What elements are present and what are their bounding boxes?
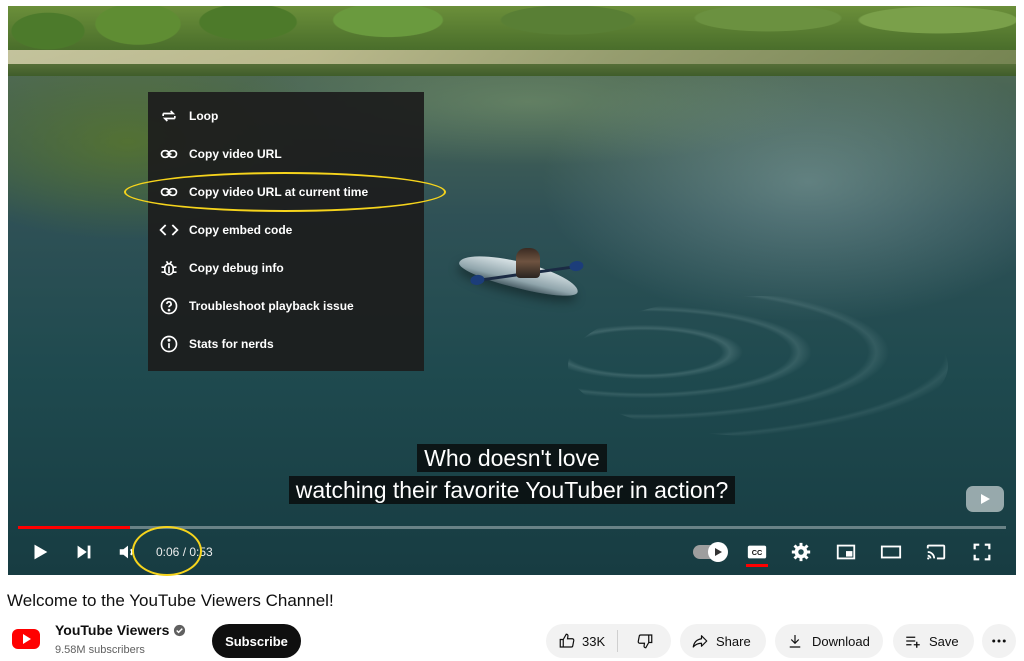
download-button[interactable]: Download bbox=[775, 624, 883, 658]
player-context-menu: Loop Copy video URL Copy video URL at cu… bbox=[148, 92, 424, 371]
menu-item-loop[interactable]: Loop bbox=[148, 97, 424, 135]
closed-captions-icon: CC bbox=[747, 545, 767, 559]
miniplayer-icon bbox=[836, 544, 856, 560]
mute-button[interactable] bbox=[112, 536, 144, 568]
menu-item-label: Copy video URL at current time bbox=[189, 185, 369, 199]
play-icon bbox=[715, 548, 722, 556]
link-icon bbox=[159, 144, 179, 164]
info-circle-icon bbox=[159, 334, 179, 354]
menu-item-troubleshoot-playback[interactable]: Troubleshoot playback issue bbox=[148, 287, 424, 325]
channel-avatar[interactable] bbox=[8, 625, 44, 653]
shoreline bbox=[8, 50, 1016, 64]
menu-item-label: Stats for nerds bbox=[189, 337, 274, 351]
next-button[interactable] bbox=[68, 536, 100, 568]
caption-text-1: Who doesn't love bbox=[417, 444, 607, 472]
settings-button[interactable] bbox=[785, 536, 817, 568]
video-player[interactable]: Loop Copy video URL Copy video URL at cu… bbox=[8, 6, 1016, 575]
save-label: Save bbox=[929, 633, 959, 649]
menu-item-label: Troubleshoot playback issue bbox=[189, 299, 354, 313]
share-icon bbox=[692, 635, 708, 648]
autoplay-knob bbox=[708, 542, 728, 562]
skip-next-icon bbox=[77, 545, 91, 559]
autoplay-toggle[interactable] bbox=[693, 542, 728, 562]
menu-item-stats-for-nerds[interactable]: Stats for nerds bbox=[148, 325, 424, 363]
svg-text:CC: CC bbox=[752, 548, 763, 557]
channel-name-text: YouTube Viewers bbox=[55, 622, 170, 638]
bug-icon bbox=[159, 258, 179, 278]
download-label: Download bbox=[812, 633, 870, 649]
share-button[interactable]: Share bbox=[680, 624, 766, 658]
menu-item-label: Copy video URL bbox=[189, 147, 282, 161]
menu-item-label: Loop bbox=[189, 109, 219, 123]
cast-icon bbox=[926, 544, 946, 560]
loop-icon bbox=[159, 106, 179, 126]
menu-item-copy-embed-code[interactable]: Copy embed code bbox=[148, 211, 424, 249]
menu-item-copy-debug-info[interactable]: Copy debug info bbox=[148, 249, 424, 287]
like-dislike-group: 33K bbox=[546, 624, 671, 658]
menu-item-label: Copy embed code bbox=[189, 223, 293, 237]
caption-line-1: Who doesn't love bbox=[8, 444, 1016, 472]
verified-check-icon bbox=[174, 624, 186, 636]
cast-button[interactable] bbox=[920, 536, 952, 568]
caption-text-2: watching their favorite YouTuber in acti… bbox=[288, 476, 736, 504]
water-ripples bbox=[568, 296, 948, 436]
like-count: 33K bbox=[582, 633, 606, 649]
link-icon bbox=[159, 182, 179, 202]
share-label: Share bbox=[716, 633, 751, 649]
volume-icon bbox=[119, 545, 133, 559]
kayaker bbox=[516, 248, 540, 278]
thumbs-up-icon bbox=[559, 633, 575, 648]
fullscreen-button[interactable] bbox=[966, 536, 998, 568]
progress-played bbox=[18, 526, 130, 529]
menu-item-label: Copy debug info bbox=[189, 261, 284, 275]
more-horizontal-icon bbox=[992, 639, 1006, 643]
time-display: 0:06 / 0:53 bbox=[156, 545, 213, 559]
theater-mode-icon bbox=[880, 545, 902, 559]
download-icon bbox=[789, 635, 801, 648]
video-title: Welcome to the YouTube Viewers Channel! bbox=[7, 591, 334, 610]
save-button[interactable]: Save bbox=[893, 624, 974, 658]
captions-active-indicator bbox=[746, 564, 768, 567]
caption-line-2: watching their favorite YouTuber in acti… bbox=[8, 476, 1016, 504]
dislike-button[interactable] bbox=[618, 624, 671, 658]
theater-mode-button[interactable] bbox=[875, 536, 907, 568]
play-icon bbox=[34, 544, 48, 560]
youtube-watermark-icon[interactable] bbox=[966, 486, 1004, 512]
playlist-add-icon bbox=[906, 636, 920, 648]
menu-item-copy-video-url[interactable]: Copy video URL bbox=[148, 135, 424, 173]
more-actions-button[interactable] bbox=[982, 624, 1016, 658]
subscriber-count: 9.58M subscribers bbox=[55, 644, 145, 656]
like-button[interactable]: 33K bbox=[546, 624, 617, 658]
subscribe-button[interactable]: Subscribe bbox=[212, 624, 301, 658]
fullscreen-icon bbox=[973, 543, 991, 561]
menu-item-copy-video-url-at-time[interactable]: Copy video URL at current time bbox=[148, 173, 424, 211]
youtube-logo-icon bbox=[12, 629, 40, 649]
thumbs-down-icon bbox=[637, 634, 652, 649]
channel-name[interactable]: YouTube Viewers bbox=[55, 622, 186, 638]
help-circle-icon bbox=[159, 296, 179, 316]
miniplayer-button[interactable] bbox=[830, 536, 862, 568]
gear-icon bbox=[791, 542, 811, 562]
progress-bar[interactable] bbox=[18, 526, 1006, 529]
play-button[interactable] bbox=[24, 536, 56, 568]
player-controls: 0:06 / 0:53 CC bbox=[8, 536, 1016, 568]
code-icon bbox=[159, 220, 179, 240]
